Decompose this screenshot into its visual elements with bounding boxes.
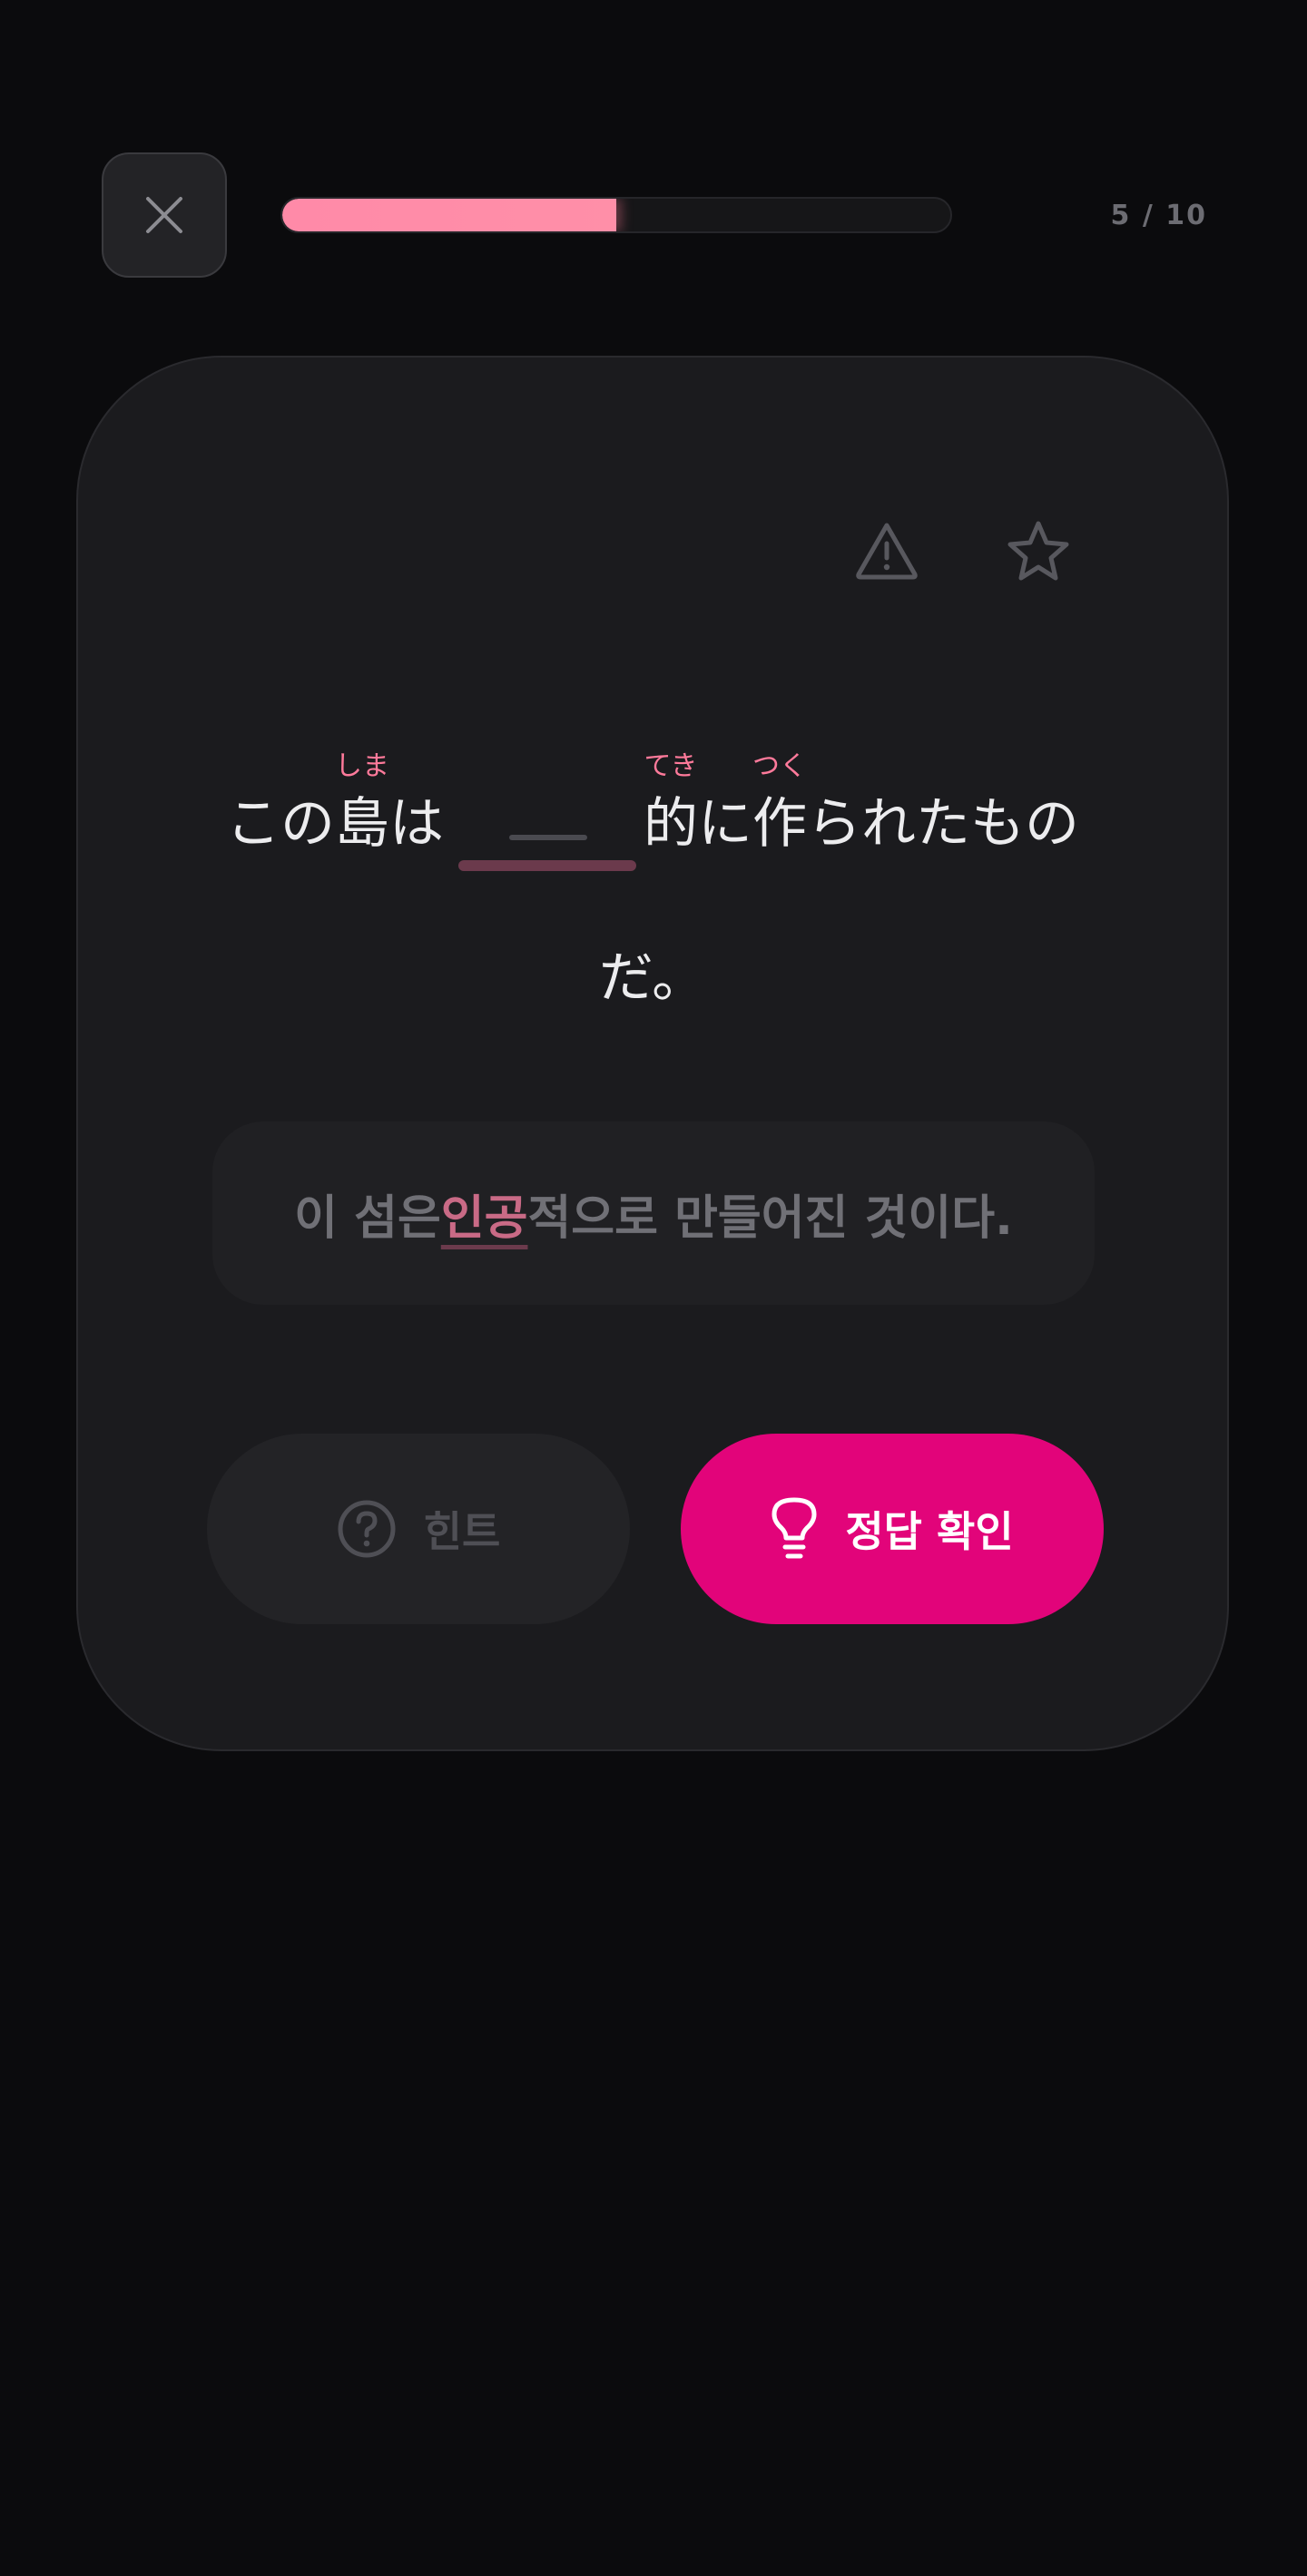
check-answer-button[interactable]: 정답 확인 <box>681 1434 1104 1624</box>
report-button[interactable] <box>846 510 928 592</box>
question-sentence-line2: だ。 <box>598 946 707 1010</box>
translation-text: 이 섬은 <box>294 1190 441 1246</box>
hint-label: 힌트 <box>423 1507 501 1556</box>
warning-triangle-icon <box>856 523 918 580</box>
sentence-text: に <box>698 792 752 856</box>
kanji: 的 <box>644 792 698 856</box>
ruby-word: しま島 <box>335 753 389 852</box>
hint-button[interactable]: 힌트 <box>207 1434 630 1624</box>
translation: 이 섬은 인공 적으로 만들어진 것이다. <box>212 1121 1095 1305</box>
bookmark-star-button[interactable] <box>997 510 1079 592</box>
sentence-text: は <box>389 792 444 856</box>
translation-text: 적으로 만들어진 것이다. <box>527 1190 1013 1246</box>
close-icon <box>146 197 182 233</box>
check-answer-label: 정답 확인 <box>845 1507 1014 1556</box>
progress-count: 5 / 10 <box>1110 200 1207 231</box>
progress-fill <box>282 199 616 231</box>
sentence-text: この <box>226 792 335 856</box>
furigana: つく <box>752 750 807 782</box>
progress-bar <box>280 197 952 233</box>
question-card: この しま 島は てき 的に つく 作られたもの だ。 이 섬은 인공 적으로 만들어진 것이… <box>76 356 1229 1751</box>
blank-placeholder <box>509 835 587 840</box>
furigana: てき <box>644 750 698 782</box>
blank-underline <box>458 860 636 871</box>
ruby-word: つく作 <box>752 753 807 852</box>
star-icon <box>1007 521 1069 581</box>
furigana: しま <box>335 750 389 782</box>
question-sentence-line1: この しま 島は てき 的に つく 作られたもの <box>78 753 1227 871</box>
ruby-word: てき的 <box>644 753 698 852</box>
question-circle-icon <box>338 1500 396 1558</box>
sentence-text: られたもの <box>807 792 1079 856</box>
kanji: 作 <box>752 792 807 856</box>
translation-highlight: 인공 <box>440 1190 528 1246</box>
lightbulb-icon <box>771 1497 817 1559</box>
kanji: 島 <box>335 792 389 856</box>
answer-blank[interactable] <box>458 791 636 871</box>
close-button[interactable] <box>102 152 227 278</box>
